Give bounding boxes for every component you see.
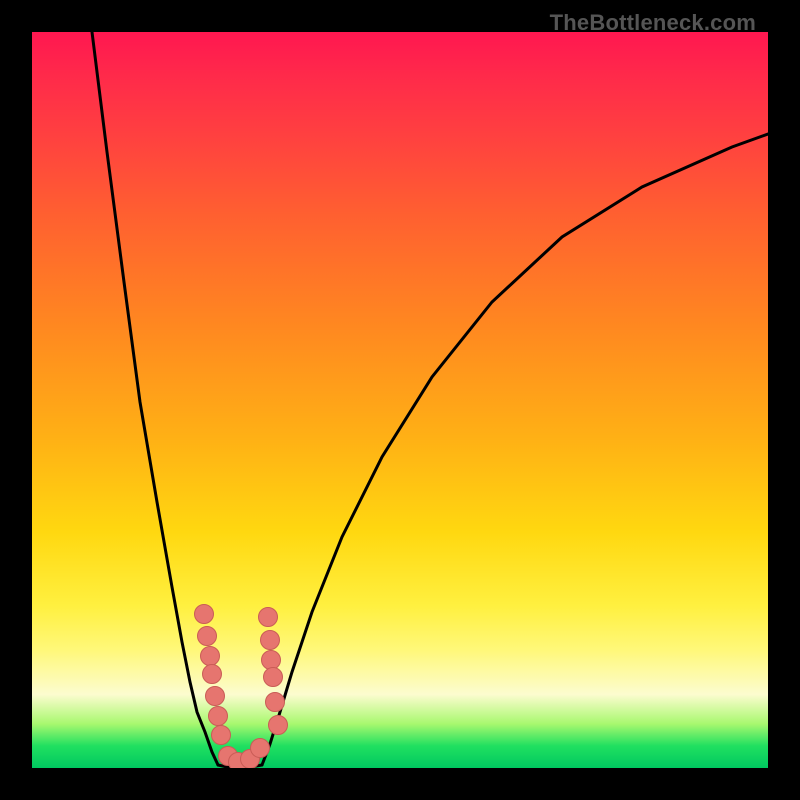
data-point xyxy=(262,651,281,670)
data-point xyxy=(195,605,214,624)
data-point xyxy=(198,627,217,646)
data-point xyxy=(251,739,270,758)
data-point xyxy=(206,687,225,706)
chart-svg xyxy=(32,32,768,768)
data-point xyxy=(209,707,228,726)
data-point xyxy=(212,726,231,745)
data-point xyxy=(266,693,285,712)
data-point xyxy=(203,665,222,684)
curve-left-arm xyxy=(92,32,218,765)
chart-frame: TheBottleneck.com xyxy=(0,0,800,800)
data-point xyxy=(259,608,278,627)
data-point xyxy=(264,668,283,687)
data-point xyxy=(261,631,280,650)
curve-right-arm xyxy=(262,134,768,765)
plot-area xyxy=(32,32,768,768)
data-point xyxy=(201,647,220,666)
data-point xyxy=(269,716,288,735)
